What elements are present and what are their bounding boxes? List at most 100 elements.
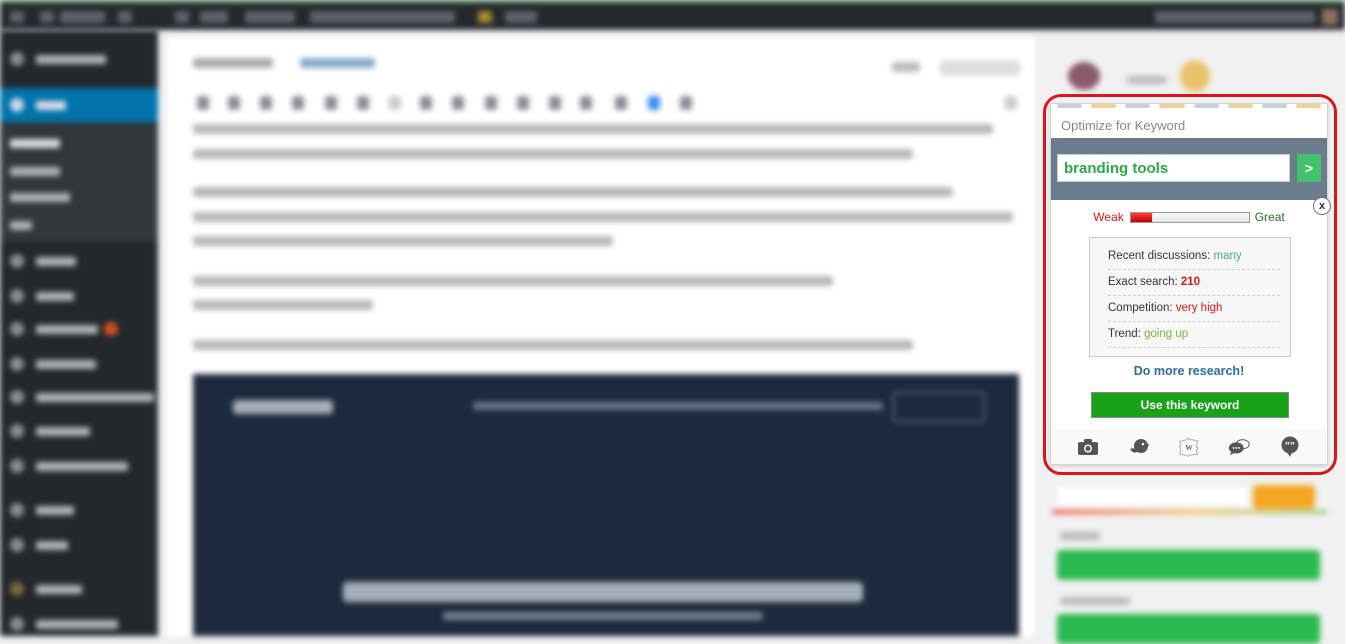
paragraph-line	[193, 124, 993, 134]
seo-tool-button[interactable]	[300, 58, 375, 68]
twitter-bird-icon[interactable]	[1127, 435, 1151, 459]
sidebar-item[interactable]	[10, 287, 74, 305]
toolbar-toggle-icon[interactable]	[615, 96, 627, 110]
admin-bar	[0, 0, 1345, 30]
embedded-image	[193, 374, 1019, 636]
table-icon[interactable]	[680, 96, 692, 110]
more-icon[interactable]	[580, 96, 592, 110]
paragraph-line	[193, 300, 373, 310]
comments-icon[interactable]	[175, 11, 189, 23]
image-subheadline	[443, 612, 763, 620]
paragraph-line	[193, 276, 833, 286]
paragraph-line	[193, 340, 913, 350]
sidebar-item[interactable]	[10, 501, 74, 519]
quote-bubble-icon[interactable]: " "	[1278, 435, 1302, 459]
fullscreen-icon[interactable]	[1005, 96, 1017, 110]
meter-high-label: Great	[1254, 210, 1285, 224]
twitter-icon[interactable]	[648, 96, 660, 110]
updates-icon[interactable]	[118, 11, 132, 23]
numbered-list-icon[interactable]	[325, 96, 337, 110]
align-center-icon[interactable]	[452, 96, 464, 110]
strength-meter	[1129, 211, 1250, 223]
keyword-stats: Recent discussions: many Exact search: 2…	[1089, 237, 1291, 357]
add-media-button[interactable]	[193, 58, 273, 68]
sidebar-item[interactable]	[10, 134, 60, 152]
bold-icon[interactable]	[197, 96, 209, 110]
sidebar-item[interactable]	[10, 615, 118, 633]
sidebar-item[interactable]	[10, 320, 118, 338]
keyword-input[interactable]	[1057, 154, 1290, 182]
blockquote-icon[interactable]	[357, 96, 369, 110]
sidebar-item[interactable]	[10, 162, 60, 180]
meta-score-bar	[1052, 510, 1327, 514]
unlink-icon[interactable]	[549, 96, 561, 110]
home-icon[interactable]	[40, 11, 54, 23]
italic-icon[interactable]	[228, 96, 240, 110]
sidebar-item[interactable]	[10, 252, 76, 270]
link-icon[interactable]	[517, 96, 529, 110]
wordpress-logo-icon[interactable]	[10, 11, 24, 23]
image-nav-button	[893, 392, 985, 422]
meta-select[interactable]	[1057, 614, 1320, 644]
image-headline	[343, 582, 863, 602]
stat-competition: Competition: very high	[1108, 296, 1280, 322]
paragraph-line	[193, 149, 913, 159]
meta-select[interactable]	[1057, 550, 1320, 580]
post-editor	[165, 36, 1037, 638]
stat-value: 210	[1180, 276, 1201, 288]
sidebar-item[interactable]	[10, 96, 66, 114]
stat-exact-search: Exact search: 210	[1108, 270, 1280, 296]
sidebar-item[interactable]	[10, 216, 32, 234]
admin-bar-account[interactable]	[1155, 11, 1315, 23]
seo-icon[interactable]	[478, 11, 492, 23]
admin-bar-view-post[interactable]	[245, 11, 295, 23]
sidebar-item[interactable]	[10, 422, 90, 440]
stat-label: Recent discussions:	[1108, 250, 1211, 262]
admin-bar-site-name[interactable]	[60, 11, 105, 23]
admin-bar-item[interactable]	[505, 11, 537, 23]
admin-sidebar	[0, 30, 158, 636]
use-this-keyword-button[interactable]: Use this keyword	[1091, 392, 1289, 418]
keyword-go-button[interactable]: >	[1297, 154, 1321, 182]
meter-low-label: Weak	[1093, 210, 1124, 224]
meta-text	[1127, 76, 1167, 84]
meta-button[interactable]	[1253, 485, 1315, 509]
stat-recent-discussions: Recent discussions: many	[1108, 244, 1280, 270]
paragraph-line	[193, 187, 953, 197]
tab-text[interactable]	[940, 60, 1020, 76]
meta-label	[1060, 532, 1100, 540]
research-sources: W " "	[1051, 429, 1327, 464]
sidebar-item[interactable]	[10, 580, 82, 598]
sidebar-item[interactable]	[10, 50, 106, 68]
stat-label: Competition:	[1108, 302, 1173, 314]
wikipedia-puzzle-icon[interactable]: W	[1177, 435, 1201, 459]
bullet-list-icon[interactable]	[292, 96, 304, 110]
svg-text:W: W	[1185, 442, 1193, 451]
stat-value: many	[1213, 250, 1242, 262]
sidebar-item[interactable]	[10, 388, 154, 406]
align-left-icon[interactable]	[420, 96, 432, 110]
align-right-icon[interactable]	[485, 96, 497, 110]
chat-bubbles-icon[interactable]	[1227, 435, 1251, 459]
admin-bar-new[interactable]	[200, 11, 228, 23]
meta-input[interactable]	[1057, 487, 1247, 505]
camera-icon[interactable]	[1076, 435, 1100, 459]
paragraph-line	[193, 212, 1013, 222]
meta-label	[1060, 597, 1130, 605]
keyword-optimizer-popup: Optimize for Keyword > Weak Great Recent…	[1050, 103, 1328, 465]
sidebar-item[interactable]	[10, 188, 70, 206]
strikethrough-icon[interactable]	[260, 96, 272, 110]
avatar	[1068, 62, 1100, 90]
hr-icon[interactable]	[389, 96, 401, 110]
close-popup-button[interactable]: x	[1313, 197, 1331, 215]
do-more-research-link[interactable]: Do more research!	[1051, 364, 1327, 378]
admin-bar-link[interactable]	[310, 11, 455, 23]
stat-value: very high	[1175, 302, 1223, 314]
sidebar-item[interactable]	[10, 457, 128, 475]
avatar[interactable]	[1322, 9, 1338, 25]
sidebar-item[interactable]	[10, 355, 96, 373]
sidebar-item[interactable]	[10, 536, 68, 554]
stat-value: going up	[1144, 328, 1189, 340]
avatar	[1180, 60, 1210, 92]
tab-visual[interactable]	[892, 62, 920, 72]
